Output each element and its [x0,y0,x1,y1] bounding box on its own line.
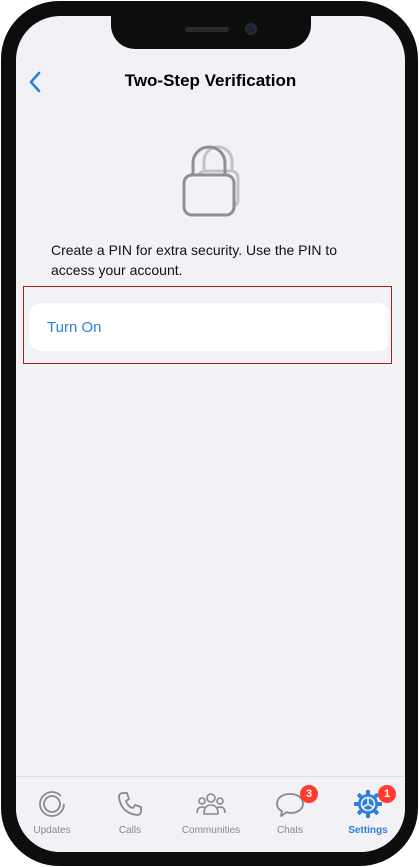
tab-communities[interactable]: Communities [174,777,248,852]
navigation-bar: Two-Step Verification [16,66,405,98]
notch [111,16,311,49]
turn-on-label: Turn On [47,318,102,336]
notch-speaker [185,27,229,32]
page-title: Two-Step Verification [124,71,297,90]
tab-calls[interactable]: Calls [100,777,160,852]
tab-updates[interactable]: Updates [20,777,84,852]
tab-settings[interactable]: 1 Settings [336,777,400,852]
tab-label: Communities [181,825,241,836]
tab-label: Calls [118,825,142,836]
tab-bar: Updates Calls Communities 3 Chats 1 Sett… [16,776,405,852]
tab-chats[interactable]: 3 Chats [260,777,320,852]
phone-icon [118,792,142,816]
updates-icon [39,791,65,817]
settings-badge: 1 [378,785,396,803]
chats-badge: 3 [300,785,318,803]
turn-on-button[interactable]: Turn On [29,303,390,351]
screen: Two-Step Verification Create a PIN for e… [16,16,405,852]
camera-icon [245,23,257,35]
lock-icon [182,145,240,217]
tab-label: Updates [33,825,71,836]
communities-icon [196,793,226,815]
phone-frame: Two-Step Verification Create a PIN for e… [1,1,418,866]
description-text: Create a PIN for extra security. Use the… [51,242,338,278]
tab-label: Settings [348,825,388,836]
tab-label: Chats [276,825,304,836]
